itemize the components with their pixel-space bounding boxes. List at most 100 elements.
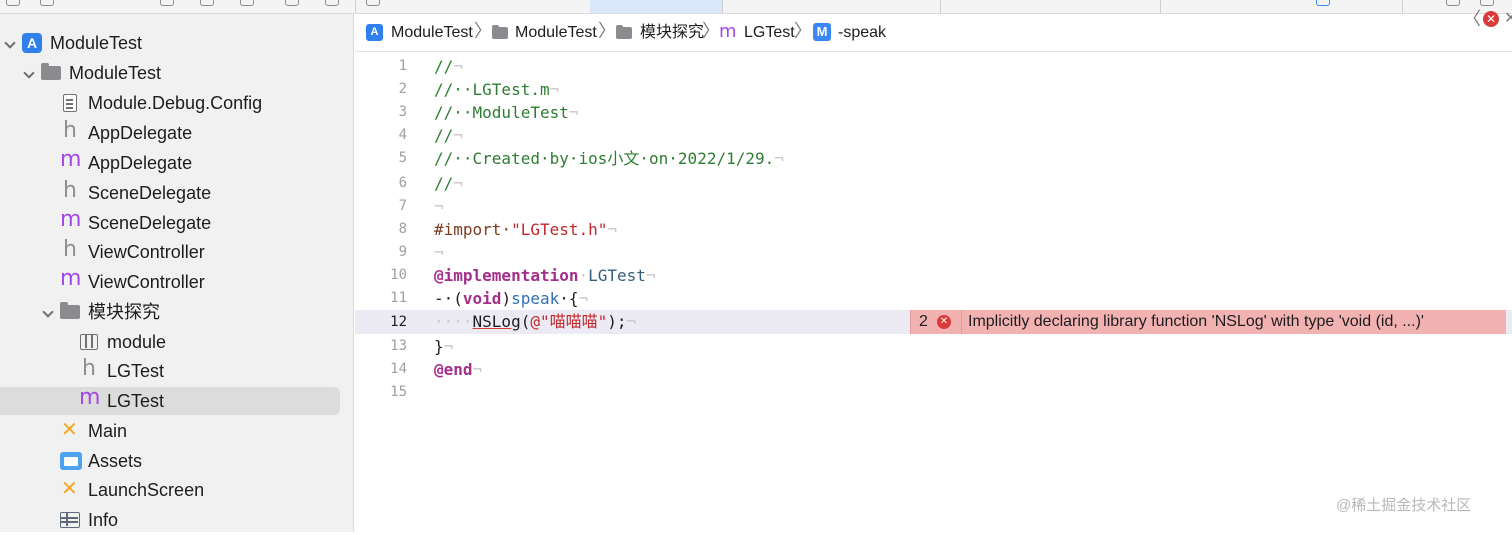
toolbar-icon[interactable]: [160, 0, 174, 6]
xcode-project-icon: A: [366, 24, 383, 41]
error-count[interactable]: 2: [919, 310, 928, 334]
breadcrumb-separator: 〉: [474, 21, 492, 41]
nav-item-file[interactable]: ✕ Main: [0, 416, 354, 446]
nav-item-file[interactable]: Info: [0, 505, 354, 535]
chevron-down-icon[interactable]: [42, 306, 54, 318]
header-file-icon: h: [63, 178, 77, 203]
code-line[interactable]: 5 //··Created·by·ios小文·on·2022/1/29.¬: [355, 147, 1512, 170]
toolbar-icon[interactable]: [325, 0, 339, 6]
invisible-eol: ¬: [568, 103, 579, 122]
invisible-space: ·: [578, 266, 589, 285]
code-line[interactable]: 13 }¬: [355, 335, 1512, 358]
code-line[interactable]: 1 //¬: [355, 55, 1512, 78]
tab-icon[interactable]: [1316, 0, 1330, 6]
code-line[interactable]: 10 @implementation·LGTest¬: [355, 264, 1512, 287]
nav-item-label: Assets: [88, 451, 143, 471]
code-line[interactable]: 8 #import·"LGTest.h"¬: [355, 218, 1512, 241]
toolbar-icon[interactable]: [200, 0, 214, 6]
toolbar-icon[interactable]: [40, 0, 54, 6]
toolbar-icon[interactable]: [240, 0, 254, 6]
code-line[interactable]: 14 @end¬: [355, 358, 1512, 381]
chevron-down-icon[interactable]: [4, 37, 16, 49]
chevron-left-icon[interactable]: 〈: [1463, 10, 1481, 28]
nav-item-file[interactable]: m SceneDelegate: [0, 208, 354, 238]
method-name-token: speak: [511, 289, 560, 308]
breadcrumb-symbol[interactable]: -speak: [838, 14, 886, 51]
related-items-icon[interactable]: [366, 0, 380, 6]
nav-item-file[interactable]: ✕ LaunchScreen: [0, 475, 354, 505]
invisible-eol: ¬: [549, 80, 560, 99]
code-line[interactable]: 3 //··ModuleTest¬: [355, 101, 1512, 124]
nav-item-group[interactable]: ModuleTest: [0, 58, 354, 88]
string-token: @"喵喵喵": [530, 312, 608, 331]
toolbar-icon[interactable]: [285, 0, 299, 6]
invisible-eol: ¬: [434, 243, 444, 262]
nav-item-file[interactable]: m AppDelegate: [0, 148, 354, 178]
nav-item-file[interactable]: h AppDelegate: [0, 118, 354, 148]
config-file-icon: [63, 94, 77, 112]
breadcrumb-file[interactable]: LGTest: [744, 14, 795, 51]
folder-icon: [41, 63, 61, 80]
nav-item-label: ModuleTest: [69, 63, 162, 83]
nav-item-file[interactable]: h ViewController: [0, 237, 354, 267]
nav-item-project[interactable]: A ModuleTest: [0, 28, 354, 58]
comment-token: //: [434, 57, 454, 76]
error-icon[interactable]: ✕: [937, 315, 951, 329]
invisible-eol: ¬: [578, 289, 589, 308]
code-text: //··Created·by·ios小文·on·2022/1/29.¬: [434, 147, 784, 170]
nav-item-file[interactable]: Module.Debug.Config: [0, 88, 354, 118]
nav-item-file-selected[interactable]: m LGTest: [0, 386, 354, 416]
code-line[interactable]: 2 //··LGTest.m¬: [355, 78, 1512, 101]
nav-item-file[interactable]: h SceneDelegate: [0, 178, 354, 208]
code-line[interactable]: 9 ¬: [355, 241, 1512, 264]
code-text: //··ModuleTest¬: [434, 101, 579, 124]
code-line[interactable]: 15: [355, 381, 1512, 404]
function-call-token: NSLog: [472, 312, 521, 331]
nav-item-label: Main: [88, 421, 128, 441]
breadcrumb-group[interactable]: ModuleTest: [515, 14, 597, 51]
code-line-current[interactable]: 12 ····NSLog(@"喵喵喵");¬ 2 ✕ Implicitly de…: [355, 310, 1512, 334]
invisible-eol: ¬: [453, 57, 463, 76]
breadcrumb-subgroup[interactable]: 模块探究: [640, 14, 704, 51]
inline-error-annotation[interactable]: 2 ✕ Implicitly declaring library functio…: [910, 310, 1506, 334]
source-editor[interactable]: 1 //¬ 2 //··LGTest.m¬ 3 //··ModuleTest¬ …: [355, 52, 1512, 532]
class-name-token: LGTest: [588, 266, 646, 285]
code-line[interactable]: 6 //¬: [355, 172, 1512, 195]
nav-item-file[interactable]: m ViewController: [0, 267, 354, 297]
split-editor-icon[interactable]: [1480, 0, 1494, 6]
line-number: 13: [390, 338, 407, 354]
code-text: #import·"LGTest.h"¬: [434, 218, 617, 241]
nav-item-file[interactable]: module: [0, 327, 354, 357]
invisible-eol: ¬: [645, 266, 656, 285]
divider: [961, 310, 962, 334]
nav-item-label: Info: [88, 510, 119, 530]
navigator-toggle-icon[interactable]: [6, 0, 20, 6]
invisible-eol: ¬: [607, 220, 618, 239]
tab-active[interactable]: [590, 0, 722, 13]
error-message[interactable]: Implicitly declaring library function 'N…: [968, 310, 1424, 334]
inspector-toggle-icon[interactable]: [1446, 0, 1460, 6]
code-line[interactable]: 4 //¬: [355, 124, 1512, 147]
code-text: -·(void)speak·{¬: [434, 287, 588, 310]
breadcrumb-project[interactable]: ModuleTest: [391, 14, 473, 51]
header-file-icon: h: [63, 237, 77, 262]
implementation-file-icon: m: [60, 207, 82, 232]
nav-item-label: module: [107, 332, 167, 352]
implementation-file-icon: m: [719, 21, 737, 42]
nav-item-file[interactable]: h LGTest: [0, 356, 354, 386]
code-text: @end¬: [434, 358, 482, 381]
close-icon[interactable]: ✕: [1504, 10, 1512, 28]
breadcrumb-separator: 〉: [598, 21, 616, 41]
code-line[interactable]: 7 ¬: [355, 195, 1512, 218]
nav-item-group[interactable]: 模块探究: [0, 297, 354, 327]
nav-item-label: ViewController: [88, 272, 205, 292]
code-line[interactable]: 11 -·(void)speak·{¬: [355, 287, 1512, 310]
line-number: 11: [390, 290, 407, 306]
code-text: //¬: [434, 55, 463, 78]
breadcrumb-separator: 〉: [794, 21, 812, 41]
toolbar-strip: [0, 0, 1512, 14]
chevron-down-icon[interactable]: [23, 67, 35, 79]
nav-item-file[interactable]: Assets: [0, 446, 354, 476]
error-issues-icon[interactable]: ✕: [1483, 11, 1499, 27]
implementation-file-icon: m: [60, 266, 82, 291]
